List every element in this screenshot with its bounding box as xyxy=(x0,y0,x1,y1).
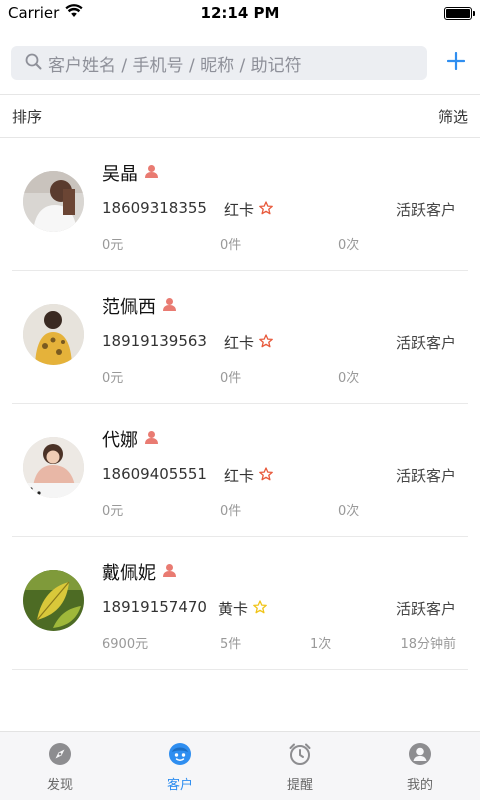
card-level: 红卡 xyxy=(224,334,255,352)
purchase-amount: 0元 xyxy=(102,504,124,519)
customer-name-text: 范佩西 xyxy=(102,297,156,318)
tab-label: 提醒 xyxy=(286,778,313,793)
avatar xyxy=(23,570,84,631)
search-placeholder: 客户姓名 / 手机号 / 昵称 / 助记符 xyxy=(48,55,302,76)
purchase-items: 0件 xyxy=(220,371,242,386)
membership-card: 红卡 xyxy=(224,199,273,220)
visit-count: 0次 xyxy=(338,238,360,253)
sort-filter-bar: 排序 筛选 xyxy=(0,96,480,136)
card-level: 黄卡 xyxy=(218,600,249,618)
card-level: 红卡 xyxy=(224,467,255,485)
search-row: 客户姓名 / 手机号 / 昵称 / 助记符 xyxy=(0,46,480,84)
person-icon xyxy=(162,296,177,317)
customer-name: 范佩西 xyxy=(102,293,177,319)
person-icon xyxy=(144,429,159,450)
purchase-amount: 6900元 xyxy=(102,637,149,652)
last-visit-time: 18分钟前 xyxy=(400,637,456,652)
customer-phone: 18609318355 xyxy=(102,199,207,217)
status-bar-left: Carrier xyxy=(8,4,83,22)
tab-discover[interactable]: 发现 xyxy=(0,732,120,800)
customer-status: 活跃客户 xyxy=(395,467,456,485)
visit-count: 1次 xyxy=(310,637,332,652)
carrier-label: Carrier xyxy=(8,4,60,22)
customer-phone: 18919139563 xyxy=(102,332,207,350)
purchase-amount: 0元 xyxy=(102,238,124,253)
add-customer-button[interactable] xyxy=(442,48,470,78)
membership-card: 黄卡 xyxy=(218,598,267,619)
person-icon xyxy=(162,562,177,583)
outline-star-red-icon xyxy=(259,200,273,219)
divider xyxy=(0,94,480,95)
customer-status: 活跃客户 xyxy=(395,334,456,352)
avatar xyxy=(23,304,84,365)
outline-star-red-icon xyxy=(259,466,273,485)
tab-bar: 发现 客户 提醒 我的 xyxy=(0,731,480,800)
customer-name-text: 吴晶 xyxy=(102,164,138,185)
tab-label: 客户 xyxy=(166,778,193,793)
customer-status: 活跃客户 xyxy=(395,600,456,618)
outline-star-red-icon xyxy=(259,333,273,352)
sort-button[interactable]: 排序 xyxy=(12,106,42,127)
avatar xyxy=(23,171,84,232)
tab-reminders[interactable]: 提醒 xyxy=(240,732,360,800)
customer-list: 吴晶 18609318355 红卡 活跃客户 0元 0件 0次 范佩西 1891… xyxy=(0,138,480,670)
tab-label: 发现 xyxy=(46,778,73,793)
visit-count: 0次 xyxy=(338,371,360,386)
customer-row[interactable]: 代娜 18609405551 红卡 活跃客户 0元 0件 0次 xyxy=(0,404,480,537)
tab-me[interactable]: 我的 xyxy=(360,732,480,800)
visit-count: 0次 xyxy=(338,504,360,519)
customer-row[interactable]: 戴佩妮 18919157470 黄卡 活跃客户 6900元 5件 1次 18分钟… xyxy=(0,537,480,670)
avatar xyxy=(23,437,84,498)
search-input[interactable]: 客户姓名 / 手机号 / 昵称 / 助记符 xyxy=(11,46,427,80)
row-divider xyxy=(12,669,468,670)
outline-star-yellow-icon xyxy=(253,599,267,618)
purchase-items: 0件 xyxy=(220,504,242,519)
customer-name: 戴佩妮 xyxy=(102,559,177,585)
battery-icon xyxy=(444,6,475,20)
user-circle-icon xyxy=(408,742,432,770)
customer-status: 活跃客户 xyxy=(395,201,456,219)
plus-icon xyxy=(446,51,466,74)
customer-name: 吴晶 xyxy=(102,160,159,186)
customer-name-text: 代娜 xyxy=(102,430,138,451)
card-level: 红卡 xyxy=(224,201,255,219)
customer-name: 代娜 xyxy=(102,426,159,452)
customer-phone: 18609405551 xyxy=(102,465,207,483)
customer-phone: 18919157470 xyxy=(102,598,207,616)
person-icon xyxy=(144,163,159,184)
face-icon xyxy=(168,742,192,770)
alarm-clock-icon xyxy=(288,742,312,770)
filter-button[interactable]: 筛选 xyxy=(438,106,468,127)
tab-customers[interactable]: 客户 xyxy=(120,732,240,800)
wifi-icon xyxy=(65,4,83,22)
membership-card: 红卡 xyxy=(224,332,273,353)
search-icon xyxy=(25,53,42,74)
tab-label: 我的 xyxy=(406,778,433,793)
customer-name-text: 戴佩妮 xyxy=(102,563,156,584)
compass-icon xyxy=(48,742,72,770)
customer-row[interactable]: 吴晶 18609318355 红卡 活跃客户 0元 0件 0次 xyxy=(0,138,480,271)
purchase-items: 5件 xyxy=(220,637,242,652)
status-bar: Carrier 12:14 PM xyxy=(0,0,480,26)
purchase-amount: 0元 xyxy=(102,371,124,386)
customer-row[interactable]: 范佩西 18919139563 红卡 活跃客户 0元 0件 0次 xyxy=(0,271,480,404)
purchase-items: 0件 xyxy=(220,238,242,253)
membership-card: 红卡 xyxy=(224,465,273,486)
